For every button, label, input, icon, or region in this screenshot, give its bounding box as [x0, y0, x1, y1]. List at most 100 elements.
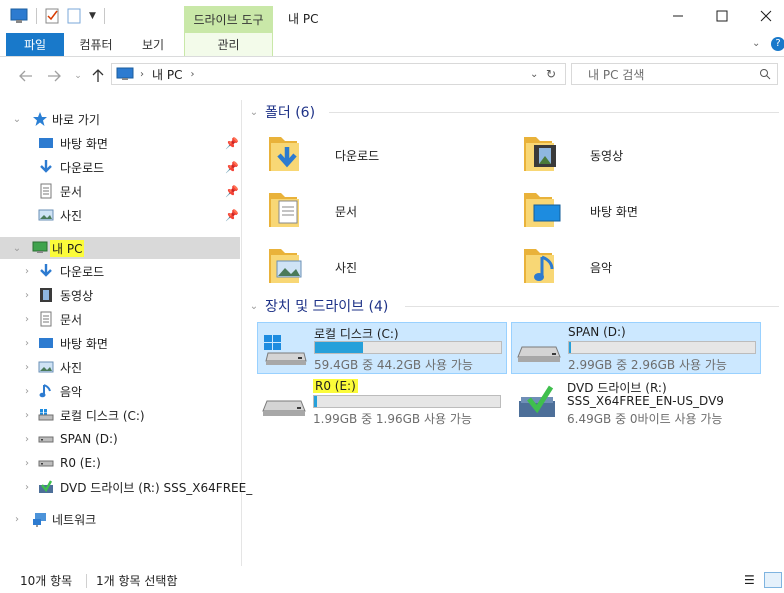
nav-label: 문서 — [60, 312, 83, 327]
chevron-right-icon[interactable]: › — [22, 458, 32, 469]
drive-usage-fill — [569, 342, 571, 353]
nav-pc-videos[interactable]: › 동영상 — [0, 284, 240, 306]
pc-icon[interactable] — [10, 8, 28, 24]
desktop-icon — [39, 338, 53, 348]
folder-label: 문서 — [335, 205, 358, 219]
drive-c[interactable]: 로컬 디스크 (C:) 59.4GB 중 44.2GB 사용 가능 — [257, 322, 507, 374]
pin-icon[interactable]: 📌 — [225, 185, 239, 198]
up-button[interactable] — [88, 66, 108, 86]
folder-downloads[interactable]: 다운로드 — [265, 129, 515, 179]
breadcrumb-chevron-icon[interactable]: › — [140, 69, 144, 80]
refresh-icon[interactable]: ↻ — [546, 67, 556, 81]
chevron-right-icon[interactable]: › — [22, 314, 32, 325]
nav-pc-documents[interactable]: › 문서 — [0, 308, 240, 330]
chevron-right-icon[interactable]: › — [22, 410, 32, 421]
chevron-right-icon[interactable]: › — [22, 362, 32, 373]
drive-free-space: 1.99GB 중 1.96GB 사용 가능 — [313, 412, 472, 426]
nav-network[interactable]: › 네트워크 — [0, 508, 240, 530]
network-icon — [33, 513, 46, 527]
chevron-right-icon[interactable]: › — [22, 386, 32, 397]
pin-icon[interactable]: 📌 — [225, 209, 239, 222]
chevron-down-icon[interactable]: ⌄ — [249, 107, 259, 118]
nav-pc-dvd-r[interactable]: › DVD 드라이브 (R:) SSS_X64FREE_ — [0, 476, 252, 498]
drive-name: 로컬 디스크 (C:) — [314, 327, 399, 341]
search-input[interactable]: 내 PC 검색 — [571, 63, 778, 85]
close-icon — [760, 10, 772, 22]
folder-label: 음악 — [590, 261, 613, 275]
nav-quick-documents[interactable]: 문서 📌 — [0, 180, 240, 202]
dvd-drive-icon — [39, 480, 53, 493]
properties-icon[interactable] — [45, 8, 59, 24]
chevron-down-icon[interactable]: ⌄ — [12, 243, 22, 254]
pictures-icon — [38, 361, 54, 373]
pin-icon[interactable]: 📌 — [225, 161, 239, 174]
status-separator — [86, 574, 87, 588]
folder-pictures[interactable]: 사진 — [265, 241, 515, 291]
nav-quick-downloads[interactable]: 다운로드 📌 — [0, 156, 240, 178]
nav-quick-desktop[interactable]: 바탕 화면 📌 — [0, 132, 240, 154]
nav-pc-pictures[interactable]: › 사진 — [0, 356, 240, 378]
drive-usage-bar — [313, 395, 501, 408]
folder-documents[interactable]: 문서 — [265, 185, 515, 235]
nav-quick-pictures[interactable]: 사진 📌 — [0, 204, 240, 226]
address-bar[interactable]: › 내 PC › ⌄ ↻ — [111, 63, 566, 85]
nav-pc-music[interactable]: › 음악 — [0, 380, 240, 402]
drive-d[interactable]: SPAN (D:) 2.99GB 중 2.96GB 사용 가능 — [511, 322, 761, 374]
nav-pc-desktop[interactable]: › 바탕 화면 — [0, 332, 240, 354]
drive-free-space: 6.49GB 중 0바이트 사용 가능 — [567, 412, 723, 426]
tab-view[interactable]: 보기 — [130, 33, 176, 56]
folder-label: 다운로드 — [335, 149, 380, 163]
status-selection: 1개 항목 선택함 — [96, 573, 178, 588]
tab-manage[interactable]: 관리 — [184, 33, 273, 56]
chevron-right-icon[interactable]: › — [22, 482, 32, 493]
folder-videos[interactable]: 동영상 — [520, 129, 770, 179]
chevron-right-icon[interactable]: › — [22, 290, 32, 301]
drive-free-space: 2.99GB 중 2.96GB 사용 가능 — [568, 358, 727, 372]
download-icon — [40, 264, 52, 277]
nav-this-pc[interactable]: ⌄ 내 PC — [0, 237, 240, 259]
new-folder-icon[interactable] — [67, 8, 81, 24]
qat-separator — [103, 8, 105, 24]
nav-pc-r0-e[interactable]: › R0 (E:) — [0, 452, 240, 474]
forward-button[interactable] — [44, 66, 64, 86]
status-bar: 10개 항목 1개 항목 선택함 ☰ — [0, 567, 784, 593]
chevron-right-icon[interactable]: › — [22, 266, 32, 277]
minimize-button[interactable] — [660, 4, 696, 28]
qat-dropdown-icon[interactable]: ▼ — [89, 11, 96, 21]
address-dropdown-icon[interactable]: ⌄ — [530, 69, 538, 80]
nav-pc-local-disk-c[interactable]: › 로컬 디스크 (C:) — [0, 404, 240, 426]
drive-usage-fill — [314, 396, 317, 407]
drive-r[interactable]: DVD 드라이브 (R:) SSS_X64FREE_EN-US_DV9 6.49… — [511, 377, 761, 429]
nav-pc-downloads[interactable]: › 다운로드 — [0, 260, 240, 282]
up-arrow-icon — [92, 69, 104, 82]
tab-computer[interactable]: 컴퓨터 — [70, 33, 122, 56]
chevron-down-icon: ⌄ — [74, 71, 82, 81]
folder-music[interactable]: 음악 — [520, 241, 770, 291]
chevron-down-icon[interactable]: ⌄ — [249, 301, 259, 312]
nav-label: 로컬 디스크 (C:) — [60, 408, 145, 423]
recent-locations-button[interactable]: ⌄ — [68, 66, 88, 86]
details-view-icon[interactable]: ☰ — [744, 573, 755, 587]
folder-desktop[interactable]: 바탕 화면 — [520, 185, 770, 235]
chevron-right-icon[interactable]: › — [12, 514, 22, 525]
drive-e[interactable]: R0 (E:) 1.99GB 중 1.96GB 사용 가능 — [257, 377, 507, 429]
nav-quick-access[interactable]: ⌄ 바로 가기 — [0, 108, 240, 130]
drive-usage-fill — [315, 342, 364, 353]
chevron-right-icon[interactable]: › — [22, 434, 32, 445]
nav-pc-span-d[interactable]: › SPAN (D:) — [0, 428, 240, 450]
large-icons-view-icon[interactable] — [764, 572, 782, 588]
close-button[interactable] — [748, 4, 784, 28]
breadcrumb-item[interactable]: 내 PC — [152, 66, 182, 83]
tab-file[interactable]: 파일 — [6, 33, 64, 56]
breadcrumb-chevron-icon[interactable]: › — [190, 69, 194, 80]
maximize-button[interactable] — [704, 4, 740, 28]
section-folders[interactable]: ⌄ 폴더 (6) — [243, 101, 784, 123]
ribbon-expand-icon[interactable]: ⌄ — [752, 38, 760, 49]
section-devices[interactable]: ⌄ 장치 및 드라이브 (4) — [243, 295, 784, 317]
chevron-down-icon[interactable]: ⌄ — [12, 114, 22, 125]
search-icon — [760, 69, 771, 80]
pin-icon[interactable]: 📌 — [225, 137, 239, 150]
chevron-right-icon[interactable]: › — [22, 338, 32, 349]
help-icon[interactable]: ? — [771, 37, 784, 51]
back-button[interactable] — [16, 66, 36, 86]
